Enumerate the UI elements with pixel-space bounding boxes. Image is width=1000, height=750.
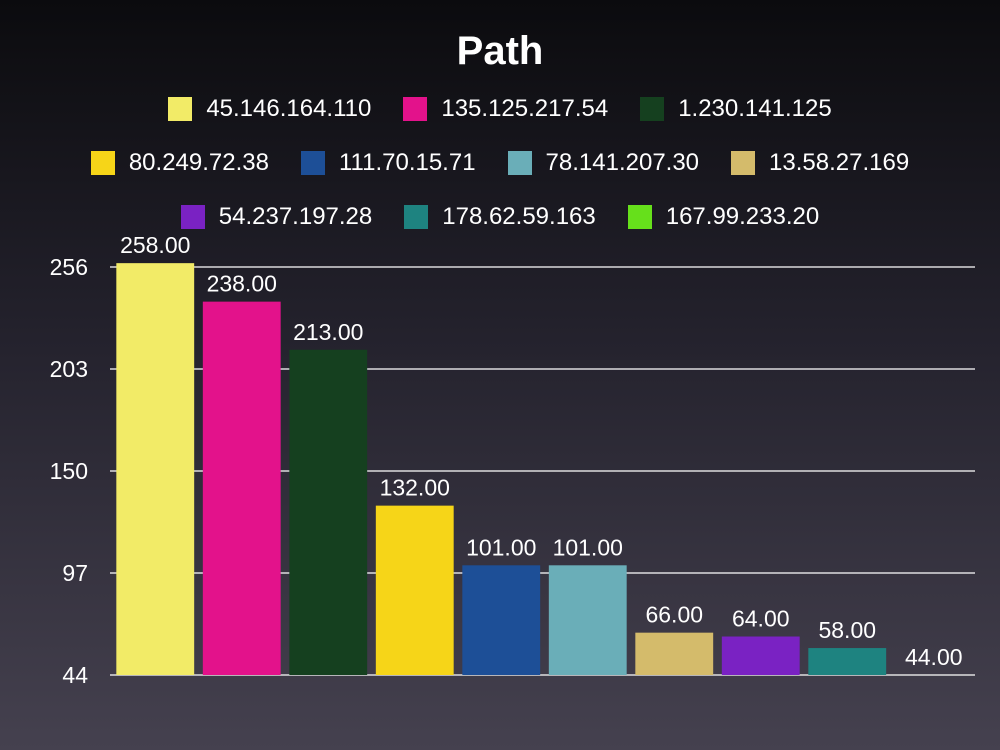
bar-value-label: 58.00 [818, 617, 876, 643]
bar [375, 505, 454, 675]
y-tick-label: 97 [62, 560, 88, 586]
bar [721, 636, 800, 675]
bar-value-label: 44.00 [905, 644, 963, 670]
bar-value-label: 64.00 [732, 606, 790, 632]
y-tick-label: 44 [62, 662, 88, 688]
bar-value-label: 132.00 [380, 475, 450, 501]
bar [548, 565, 627, 675]
bar [202, 301, 281, 675]
bar [808, 648, 887, 675]
bar [462, 565, 541, 675]
bar-value-label: 213.00 [293, 319, 363, 345]
bar-value-label: 238.00 [207, 271, 277, 297]
y-tick-label: 203 [50, 356, 88, 382]
bar-value-label: 258.00 [120, 232, 190, 258]
bar-value-label: 66.00 [645, 602, 703, 628]
bar-plot: 44 97 150 203 256 258.00 238.00 213.00 132.00 101… [50, 232, 975, 688]
bar [635, 632, 714, 675]
bar [289, 349, 368, 675]
bar-value-label: 101.00 [553, 534, 623, 560]
y-tick-label: 256 [50, 254, 88, 280]
y-tick-label: 150 [50, 458, 88, 484]
bar-value-label: 101.00 [466, 534, 536, 560]
bar [116, 263, 195, 675]
